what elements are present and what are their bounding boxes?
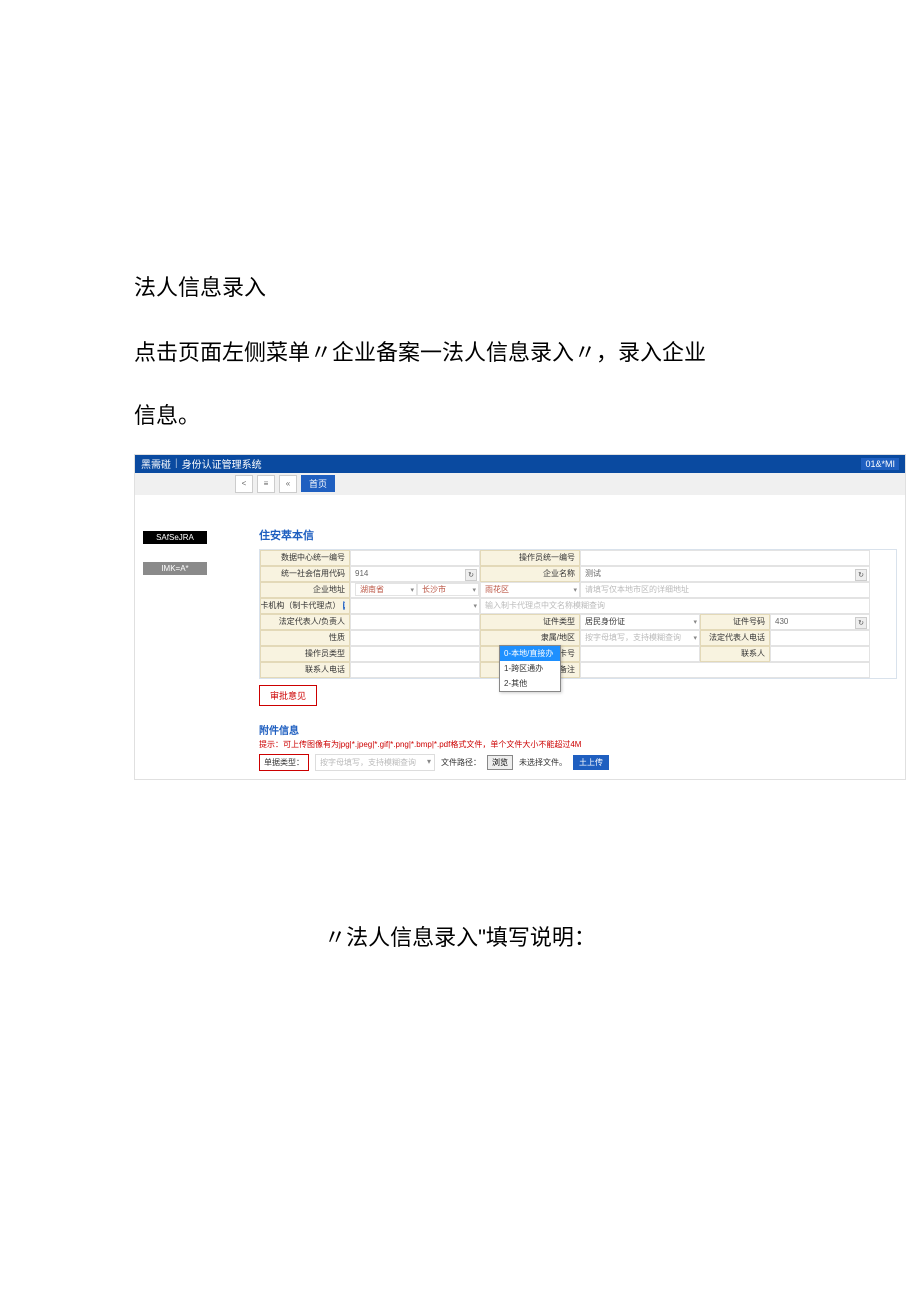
label-id-no: 证件号码 <box>700 614 770 630</box>
label-contact-phone: 联系人电话 <box>260 662 350 678</box>
doc-paragraph-1: 点击页面左侧菜单〃企业备案一法人信息录入〃，录入企业 <box>134 335 920 370</box>
embedded-screenshot: 黑需碰 | 身份认证管理系统 01&*MI < ≡ « 首页 SAfSeJRA … <box>134 454 906 780</box>
doc-caption: 〃法人信息录入"填写说明： <box>0 920 920 952</box>
field-op-type[interactable] <box>350 646 480 662</box>
brand-text: 黑需碰 <box>141 456 171 471</box>
tab-home[interactable]: 首页 <box>301 475 335 492</box>
chevron-down-icon: ▾ <box>473 602 477 610</box>
field-ic-card[interactable] <box>580 646 700 662</box>
field-contact[interactable] <box>770 646 870 662</box>
field-op-serial[interactable] <box>580 550 870 566</box>
attachment-tip: 提示：可上传图像有为jpg|*.jpeg|*.gif|*.png|*.bmp|*… <box>259 739 897 750</box>
sidebar-item-1[interactable]: SAfSeJRA <box>143 531 207 544</box>
field-remark[interactable] <box>580 662 870 678</box>
attachment-row: 单据类型： 按字母填写，支持模糊查询 文件路径： 浏览 未选择文件。 土上传 <box>259 754 897 771</box>
label-enterprise-name: 企业名称 <box>480 566 580 582</box>
sidebar-item-2[interactable]: IMK=A* <box>143 562 207 575</box>
label-social-code: 统一社会信用代码 <box>260 566 350 582</box>
no-file-text: 未选择文件。 <box>519 757 567 768</box>
field-id-no[interactable]: 430↻ <box>770 614 870 630</box>
field-contact-phone[interactable] <box>350 662 480 678</box>
upload-button[interactable]: 土上传 <box>573 755 609 770</box>
chevron-down-icon: ▾ <box>693 634 697 642</box>
dropdown-option-0[interactable]: 0-本地/直接办 <box>500 646 560 661</box>
info-icon[interactable]: i <box>343 601 345 610</box>
select-district[interactable]: 雨花区▾ <box>480 582 580 598</box>
label-biz-addr: 企业地址 <box>260 582 350 598</box>
refresh-icon-3[interactable]: ↻ <box>855 617 867 629</box>
field-legal[interactable] <box>350 614 480 630</box>
browse-button[interactable]: 浏览 <box>487 755 513 770</box>
label-legal-phone: 法定代表人电话 <box>700 630 770 646</box>
label-file-path: 文件路径： <box>441 757 481 768</box>
user-badge[interactable]: 01&*MI <box>861 458 899 470</box>
chevron-down-icon: ▾ <box>573 586 577 594</box>
field-legal-phone[interactable] <box>770 630 870 646</box>
doc-heading: 法人信息录入 <box>134 270 920 305</box>
dropdown-menu-nature: 0-本地/直接办 1-跨区通办 2-其他 <box>499 645 561 692</box>
chevron-down-icon: ▾ <box>472 586 476 594</box>
select-region[interactable]: 按字母填写，支持模糊查询▾ <box>580 630 700 646</box>
label-id-type: 证件类型 <box>480 614 580 630</box>
label-contact: 联系人 <box>700 646 770 662</box>
field-data-center-id[interactable] <box>350 550 480 566</box>
main-content: 住安萃本信 数据中心统一编号 操作员统一编号 统一社会信用代码 914↻ 企业名… <box>251 495 905 779</box>
label-data-center-id: 数据中心统一编号 <box>260 550 350 566</box>
tab-prev-button[interactable]: < <box>235 475 253 493</box>
label-issue-org: 发卡机构（制卡代理点）i <box>260 598 350 614</box>
system-name: 身份认证管理系统 <box>182 456 262 471</box>
dropdown-option-2[interactable]: 2-其他 <box>500 676 560 691</box>
app-header: 黑需碰 | 身份认证管理系统 01&*MI <box>135 455 905 473</box>
refresh-icon-2[interactable]: ↻ <box>855 569 867 581</box>
dropdown-option-1[interactable]: 1-跨区通办 <box>500 661 560 676</box>
section-title-attachments: 附件信息 <box>259 722 897 737</box>
select-city[interactable]: 长沙市▾ <box>417 583 479 596</box>
field-social-code[interactable]: 914↻ <box>350 566 480 582</box>
label-op-type: 操作员类型 <box>260 646 350 662</box>
field-addr-detail[interactable]: 请填写仅本地市区的详细地址 <box>580 582 870 598</box>
field-nature[interactable] <box>350 630 480 646</box>
select-id-type[interactable]: 居民身份证▾ <box>580 614 700 630</box>
label-nature: 性质 <box>260 630 350 646</box>
sidebar: SAfSeJRA IMK=A* <box>135 495 251 779</box>
select-issue-org[interactable]: ▾ <box>350 598 480 614</box>
chevron-down-icon: ▾ <box>693 618 697 626</box>
select-province[interactable]: 湖南省▾ <box>355 583 417 596</box>
tab-list-button[interactable]: ≡ <box>257 475 275 493</box>
field-enterprise-name[interactable]: 测试↻ <box>580 566 870 582</box>
field-issue-org-hint: 输入制卡代理点中文名称模糊查询 <box>480 598 870 614</box>
tab-refresh-button[interactable]: « <box>279 475 297 493</box>
review-opinion-button[interactable]: 审批意见 <box>259 685 317 706</box>
section-title-basic: 住安萃本信 <box>259 527 897 543</box>
label-legal: 法定代表人/负责人 <box>260 614 350 630</box>
chevron-down-icon: ▾ <box>410 586 414 594</box>
tab-strip: < ≡ « 首页 <box>135 473 905 495</box>
form-grid: 数据中心统一编号 操作员统一编号 统一社会信用代码 914↻ 企业名称 测试↻ … <box>259 549 897 679</box>
select-attach-type[interactable]: 按字母填写，支持模糊查询 <box>315 754 435 771</box>
doc-paragraph-2: 信息。 <box>134 398 920 433</box>
refresh-icon[interactable]: ↻ <box>465 569 477 581</box>
label-attach-type: 单据类型： <box>259 754 309 771</box>
label-op-serial: 操作员统一编号 <box>480 550 580 566</box>
label-region: 隶属/地区 <box>480 630 580 646</box>
